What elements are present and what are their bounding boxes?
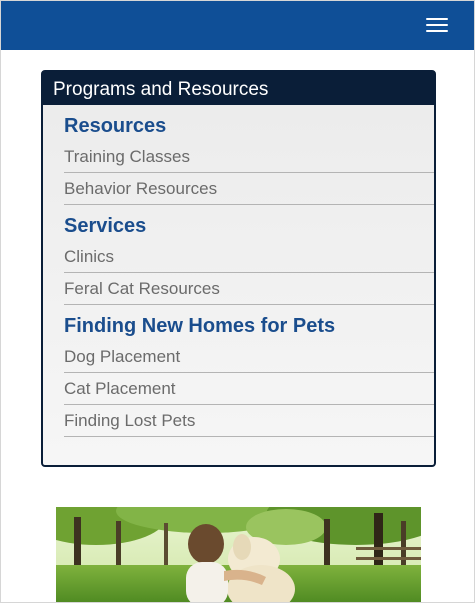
- link-behavior-resources[interactable]: Behavior Resources: [64, 173, 434, 205]
- section-heading-resources[interactable]: Resources: [64, 105, 434, 141]
- link-cat-placement[interactable]: Cat Placement: [64, 373, 434, 405]
- link-finding-lost-pets[interactable]: Finding Lost Pets: [64, 405, 434, 437]
- panel-title: Programs and Resources: [43, 72, 434, 105]
- hero-image-child-with-dog: [56, 507, 421, 602]
- menu-bar-line: [426, 18, 448, 20]
- page-frame: Programs and Resources Resources Trainin…: [0, 0, 475, 603]
- link-feral-cat-resources[interactable]: Feral Cat Resources: [64, 273, 434, 305]
- programs-resources-panel: Programs and Resources Resources Trainin…: [41, 70, 436, 467]
- panel-menu: Resources Training Classes Behavior Reso…: [43, 105, 434, 465]
- menu-bar-line: [426, 30, 448, 32]
- menu-bar-line: [426, 24, 448, 26]
- link-clinics[interactable]: Clinics: [64, 241, 434, 273]
- top-navigation-bar: [1, 1, 474, 50]
- link-dog-placement[interactable]: Dog Placement: [64, 341, 434, 373]
- section-heading-finding-new-homes[interactable]: Finding New Homes for Pets: [64, 305, 434, 341]
- section-heading-services[interactable]: Services: [64, 205, 434, 241]
- link-training-classes[interactable]: Training Classes: [64, 141, 434, 173]
- hamburger-menu-icon[interactable]: [426, 16, 448, 34]
